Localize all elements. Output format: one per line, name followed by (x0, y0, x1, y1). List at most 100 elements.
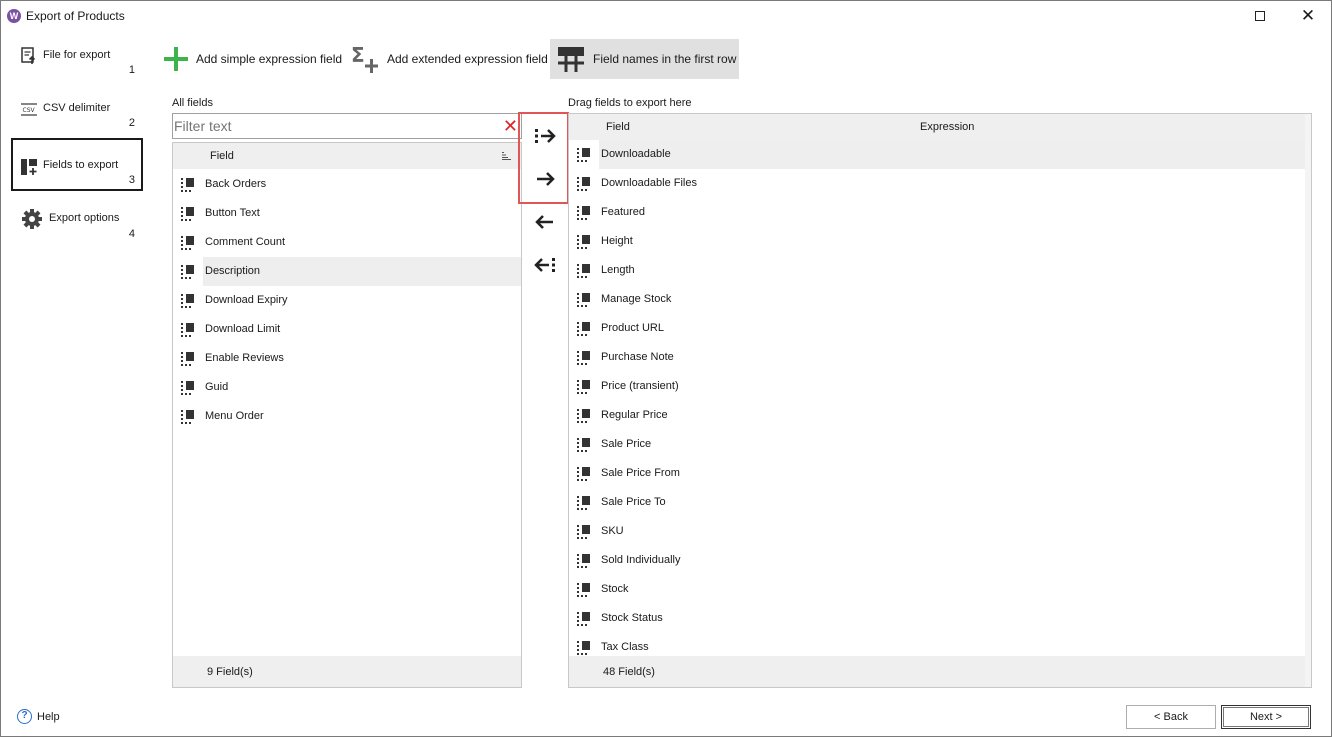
field-name: Featured (601, 206, 646, 218)
table-row[interactable]: Purchase Note (569, 343, 1305, 372)
all-fields-label: All fields (172, 97, 213, 109)
gear-icon (22, 209, 42, 229)
svg-text:CSV: CSV (23, 107, 36, 114)
sidebar-item-export-options[interactable]: Export options 4 (11, 192, 143, 245)
maximize-button[interactable] (1245, 5, 1275, 27)
all-fields-grid: Field Back Orders Button Text Comment Coun… (172, 142, 522, 688)
table-row[interactable]: Featured (569, 198, 1305, 227)
all-fields-count: 9 Field(s) (207, 666, 253, 678)
close-button[interactable]: ✕ (1293, 5, 1323, 27)
field-name: Download Limit (205, 323, 281, 335)
table-row[interactable]: Downloadable (569, 140, 1305, 169)
filter-input[interactable] (174, 116, 494, 136)
field-name: Tax Class (601, 641, 649, 653)
table-row[interactable]: Price (transient) (569, 372, 1305, 401)
field-name: Menu Order (205, 410, 264, 422)
export-fields-count: 48 Field(s) (603, 666, 655, 678)
field-name: Guid (205, 381, 229, 393)
column-header-field[interactable]: Field (606, 121, 630, 133)
drag-grip-icon (181, 265, 194, 279)
csv-icon: CSV (21, 103, 37, 116)
sidebar-item-label: File for export (43, 49, 111, 61)
table-row[interactable]: Download Limit (173, 315, 521, 344)
move-all-left-icon[interactable] (530, 250, 560, 280)
drag-grip-icon (577, 438, 590, 452)
field-name: Purchase Note (601, 351, 674, 363)
table-row[interactable]: Sale Price To (569, 488, 1305, 517)
column-header-field[interactable]: Field (210, 150, 234, 162)
table-row[interactable]: SKU (569, 517, 1305, 546)
file-export-icon (21, 47, 36, 64)
field-name: Product URL (601, 322, 664, 334)
drag-grip-icon (577, 264, 590, 278)
sidebar-item-file-for-export[interactable]: File for export 1 (11, 33, 143, 86)
table-row[interactable]: Stock Status (569, 604, 1305, 633)
drag-grip-icon (181, 352, 194, 366)
svg-text:Σ: Σ (351, 44, 365, 67)
drag-grip-icon (577, 612, 590, 626)
add-simple-expression-button[interactable]: Add simple expression field (155, 39, 345, 79)
table-row[interactable]: Length (569, 256, 1305, 285)
move-right-icon[interactable] (530, 164, 560, 194)
table-row[interactable]: Back Orders (173, 170, 521, 199)
add-extended-expression-button[interactable]: Σ Add extended expression field (347, 39, 549, 79)
sidebar-item-csv-delimiter[interactable]: CSV CSV delimiter 2 (11, 86, 143, 139)
table-row[interactable]: Tax Class (569, 633, 1305, 656)
add-extended-expression-label: Add extended expression field (387, 52, 548, 66)
window-title: Export of Products (26, 9, 125, 23)
field-name: Description (205, 265, 261, 277)
field-name: Sold Individually (601, 554, 681, 566)
drag-grip-icon (577, 322, 590, 336)
field-name: Length (601, 264, 635, 276)
table-row[interactable]: Sold Individually (569, 546, 1305, 575)
drag-grip-icon (181, 207, 194, 221)
sidebar-item-label: Export options (49, 212, 120, 224)
field-name: Height (601, 235, 633, 247)
sort-icon[interactable] (502, 152, 511, 160)
table-row[interactable]: Download Expiry (173, 286, 521, 315)
table-row[interactable]: Product URL (569, 314, 1305, 343)
sidebar-step-number: 2 (128, 117, 135, 129)
table-row[interactable]: Sale Price From (569, 459, 1305, 488)
table-row[interactable]: Sale Price (569, 430, 1305, 459)
field-name: SKU (601, 525, 624, 537)
field-name: Regular Price (601, 409, 668, 421)
table-row[interactable]: Regular Price (569, 401, 1305, 430)
table-row[interactable]: Guid (173, 373, 521, 402)
field-name: Download Expiry (205, 294, 288, 306)
table-row[interactable]: Button Text (173, 199, 521, 228)
drag-grip-icon (181, 178, 194, 192)
table-row[interactable]: Manage Stock (569, 285, 1305, 314)
column-header-expression[interactable]: Expression (920, 121, 974, 133)
table-row[interactable]: Description (173, 257, 521, 286)
field-name: Back Orders (205, 178, 267, 190)
drag-grip-icon (577, 206, 590, 220)
next-button[interactable]: Next > (1221, 705, 1311, 729)
field-name: Manage Stock (601, 293, 672, 305)
drag-grip-icon (577, 641, 590, 655)
table-row[interactable]: Downloadable Files (569, 169, 1305, 198)
scrollbar[interactable] (1305, 114, 1311, 687)
sidebar-item-fields-to-export[interactable]: Fields to export 3 (11, 138, 143, 191)
table-row[interactable]: Enable Reviews (173, 344, 521, 373)
drag-grip-icon (181, 294, 194, 308)
app-logo-icon: W (7, 9, 21, 23)
field-name: Comment Count (205, 236, 286, 248)
table-row[interactable]: Comment Count (173, 228, 521, 257)
drag-grip-icon (577, 409, 590, 423)
field-names-first-row-toggle[interactable]: Field names in the first row (550, 39, 739, 79)
fields-add-icon (21, 159, 37, 175)
back-button[interactable]: < Back (1126, 705, 1216, 729)
drag-grip-icon (577, 496, 590, 510)
move-left-icon[interactable] (530, 207, 560, 237)
table-row[interactable]: Height (569, 227, 1305, 256)
drag-grip-icon (181, 236, 194, 250)
table-row[interactable]: Stock (569, 575, 1305, 604)
table-row[interactable]: Menu Order (173, 402, 521, 431)
clear-filter-icon[interactable]: ✕ (503, 115, 518, 137)
field-name: Downloadable (601, 148, 671, 160)
export-window: W Export of Products ✕ File for export 1… (0, 0, 1332, 737)
move-all-right-icon[interactable] (530, 121, 560, 151)
sidebar-step-number: 3 (128, 174, 135, 186)
sidebar-step-number: 4 (128, 228, 135, 240)
